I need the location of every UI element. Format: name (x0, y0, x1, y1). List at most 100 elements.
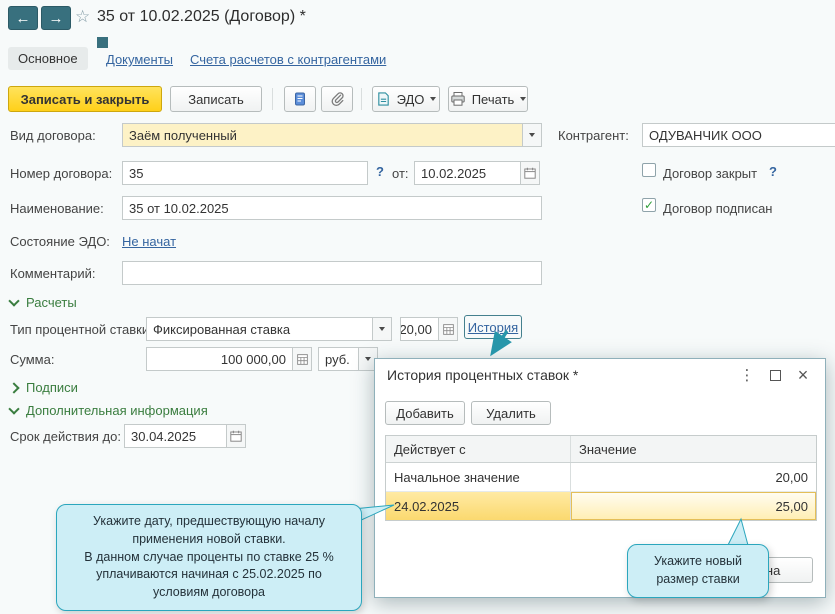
favorite-star-icon[interactable]: ☆ (75, 7, 90, 27)
table-row-selected[interactable]: 24.02.2025 25,00 (386, 492, 816, 520)
contract-kind-value: Заём полученный (129, 127, 237, 143)
counterparty-label: Контрагент: (558, 128, 629, 143)
contract-closed-checkbox[interactable] (642, 163, 656, 177)
comment-field[interactable] (122, 261, 542, 285)
rate-type-label: Тип процентной ставки: (10, 322, 153, 337)
save-and-close-button[interactable]: Записать и закрыть (8, 86, 162, 112)
paperclip-icon (329, 91, 345, 107)
contract-number-value: 35 (129, 165, 144, 181)
contract-closed-label: Договор закрыт (663, 166, 758, 181)
rate-type-select[interactable]: Фиксированная ставка (146, 317, 392, 341)
related-documents-button[interactable] (284, 86, 316, 112)
save-button[interactable]: Записать (170, 86, 262, 112)
toolbar-separator (272, 88, 273, 110)
contract-kind-select[interactable]: Заём полученный (122, 123, 542, 147)
date-prefix-label: от: (392, 166, 409, 181)
left-hint-callout: Укажите дату, предшествующую началу прим… (56, 504, 362, 611)
chevron-right-icon (8, 381, 20, 394)
chevron-down-icon (365, 357, 371, 361)
left-hint-line-1: Укажите дату, предшествующую началу прим… (93, 514, 325, 546)
chevron-down-icon (8, 295, 20, 307)
contract-kind-dropdown-button[interactable] (522, 124, 541, 146)
contract-date-value: 10.02.2025 (421, 165, 487, 181)
rate-history-table: Действует с Значение Начальное значение … (385, 435, 817, 521)
popup-title: История процентных ставок * (387, 367, 579, 383)
cell-value: 20,00 (775, 469, 808, 485)
chevron-down-icon (520, 97, 527, 101)
cell-effective-from: Начальное значение (386, 463, 571, 491)
table-header-row: Действует с Значение (386, 436, 816, 463)
section-signatures-label: Подписи (26, 380, 78, 395)
rate-value: 20,00 (401, 321, 432, 337)
chevron-down-icon (529, 133, 535, 137)
edo-status-link[interactable]: Не начат (122, 234, 176, 249)
edo-status-label: Состояние ЭДО: (10, 234, 110, 249)
counterparty-value: ОДУВАНЧИК ООО (649, 127, 762, 143)
add-row-button[interactable]: Добавить (385, 401, 465, 425)
counterparty-field[interactable]: ОДУВАНЧИК ООО (642, 123, 835, 147)
cell-effective-from: 24.02.2025 (386, 492, 571, 520)
rate-value-field[interactable]: 20,00 (400, 317, 458, 341)
calculator-icon[interactable] (292, 348, 311, 370)
valid-until-value: 30.04.2025 (131, 428, 197, 444)
window-menu-icon[interactable] (97, 37, 108, 48)
amount-value: 100 000,00 (220, 351, 286, 367)
section-calculations[interactable]: Расчеты (8, 295, 77, 310)
calendar-icon[interactable] (520, 162, 539, 184)
closed-hint-icon[interactable]: ? (769, 164, 777, 179)
history-link[interactable]: История (468, 320, 518, 335)
history-link-focus-box: История (464, 315, 522, 339)
name-label: Наименование: (10, 201, 104, 216)
delete-row-button[interactable]: Удалить (471, 401, 551, 425)
tab-main[interactable]: Основное (8, 47, 88, 70)
toolbar-separator (361, 88, 362, 110)
page-title: 35 от 10.02.2025 (Договор) * (97, 8, 306, 25)
cell-value-edit-field[interactable]: 25,00 (571, 492, 816, 520)
contract-signed-label: Договор подписан (663, 201, 773, 216)
column-header-value[interactable]: Значение (571, 436, 816, 462)
contract-signed-checkbox[interactable]: ✓ (642, 198, 656, 212)
rate-type-value: Фиксированная ставка (153, 321, 291, 337)
edo-icon (376, 91, 391, 107)
section-additional[interactable]: Дополнительная информация (8, 403, 208, 418)
chevron-down-icon (8, 403, 20, 415)
currency-select[interactable]: руб. (318, 347, 378, 371)
section-calculations-label: Расчеты (26, 295, 77, 310)
calendar-icon[interactable] (226, 425, 245, 447)
contract-kind-label: Вид договора: (10, 128, 96, 143)
left-hint-line-2: В данном случае проценты по ставке 25 % … (84, 549, 334, 600)
printer-icon (450, 91, 466, 107)
bottom-hint-callout: Укажите новый размер ставки (627, 544, 769, 598)
contract-number-field[interactable]: 35 (122, 161, 368, 185)
number-hint-icon[interactable]: ? (376, 164, 384, 179)
edo-menu-button[interactable]: ЭДО (372, 86, 440, 112)
tab-documents[interactable]: Документы (106, 52, 173, 67)
name-field[interactable]: 35 от 10.02.2025 (122, 196, 542, 220)
contract-date-field[interactable]: 10.02.2025 (414, 161, 540, 185)
table-row[interactable]: Начальное значение 20,00 (386, 463, 816, 492)
back-button[interactable]: ← (8, 6, 38, 30)
contract-number-label: Номер договора: (10, 166, 113, 181)
amount-field[interactable]: 100 000,00 (146, 347, 312, 371)
print-menu-button[interactable]: Печать (448, 86, 528, 112)
maximize-icon[interactable] (765, 366, 785, 384)
attachments-button[interactable] (321, 86, 353, 112)
comment-label: Комментарий: (10, 266, 96, 281)
comment-value (123, 262, 541, 284)
amount-label: Сумма: (10, 352, 55, 367)
print-label: Печать (471, 91, 515, 107)
contract-form-window: ← → ☆ 35 от 10.02.2025 (Договор) * Основ… (0, 0, 835, 614)
report-icon (292, 91, 308, 107)
name-value: 35 от 10.02.2025 (129, 200, 229, 216)
forward-button[interactable]: → (41, 6, 71, 30)
close-icon[interactable]: × (793, 365, 813, 385)
valid-until-label: Срок действия до: (10, 429, 121, 444)
section-signatures[interactable]: Подписи (8, 380, 78, 395)
currency-value: руб. (325, 351, 350, 367)
valid-until-field[interactable]: 30.04.2025 (124, 424, 246, 448)
tab-settlement-accounts[interactable]: Счета расчетов с контрагентами (190, 52, 386, 67)
column-header-effective-from[interactable]: Действует с (386, 436, 571, 462)
calculator-icon[interactable] (438, 318, 457, 340)
rate-type-dropdown-button[interactable] (372, 318, 391, 340)
more-icon[interactable]: ⋮ (737, 366, 757, 384)
